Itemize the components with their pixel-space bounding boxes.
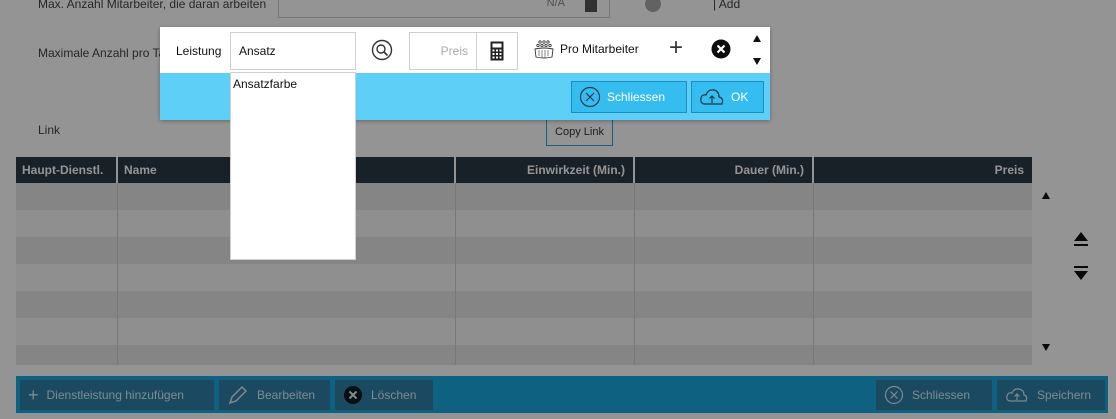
price-placeholder: Preis xyxy=(440,44,468,58)
autocomplete-option[interactable]: Ansatzfarbe xyxy=(231,73,355,95)
close-circle-icon xyxy=(579,86,601,108)
step-up-icon[interactable] xyxy=(753,35,761,42)
service-input-value: Ansatz xyxy=(239,44,276,58)
per-worker-toggle[interactable]: Pro Mitarbeiter xyxy=(533,38,639,60)
cloud-upload-icon xyxy=(700,89,724,105)
per-worker-label: Pro Mitarbeiter xyxy=(560,42,639,56)
dialog-ok-label: OK xyxy=(731,90,749,104)
add-plus-icon[interactable]: + xyxy=(669,36,683,60)
dialog-close-label: Schliessen xyxy=(607,90,666,104)
service-label: Leistung xyxy=(176,44,222,58)
clear-x-icon[interactable] xyxy=(711,39,731,59)
calculator-button[interactable] xyxy=(476,32,518,70)
dialog-close-button[interactable]: Schliessen xyxy=(571,81,687,113)
autocomplete-dropdown: Ansatzfarbe xyxy=(230,72,356,260)
search-icon[interactable] xyxy=(371,39,393,61)
calculator-icon xyxy=(490,41,504,61)
team-icon xyxy=(534,40,554,59)
price-input[interactable]: Preis xyxy=(409,32,477,70)
stepper[interactable] xyxy=(751,33,763,67)
service-input[interactable]: Ansatz xyxy=(230,32,356,70)
step-down-icon[interactable] xyxy=(753,58,761,65)
dialog-ok-button[interactable]: OK xyxy=(691,81,764,113)
